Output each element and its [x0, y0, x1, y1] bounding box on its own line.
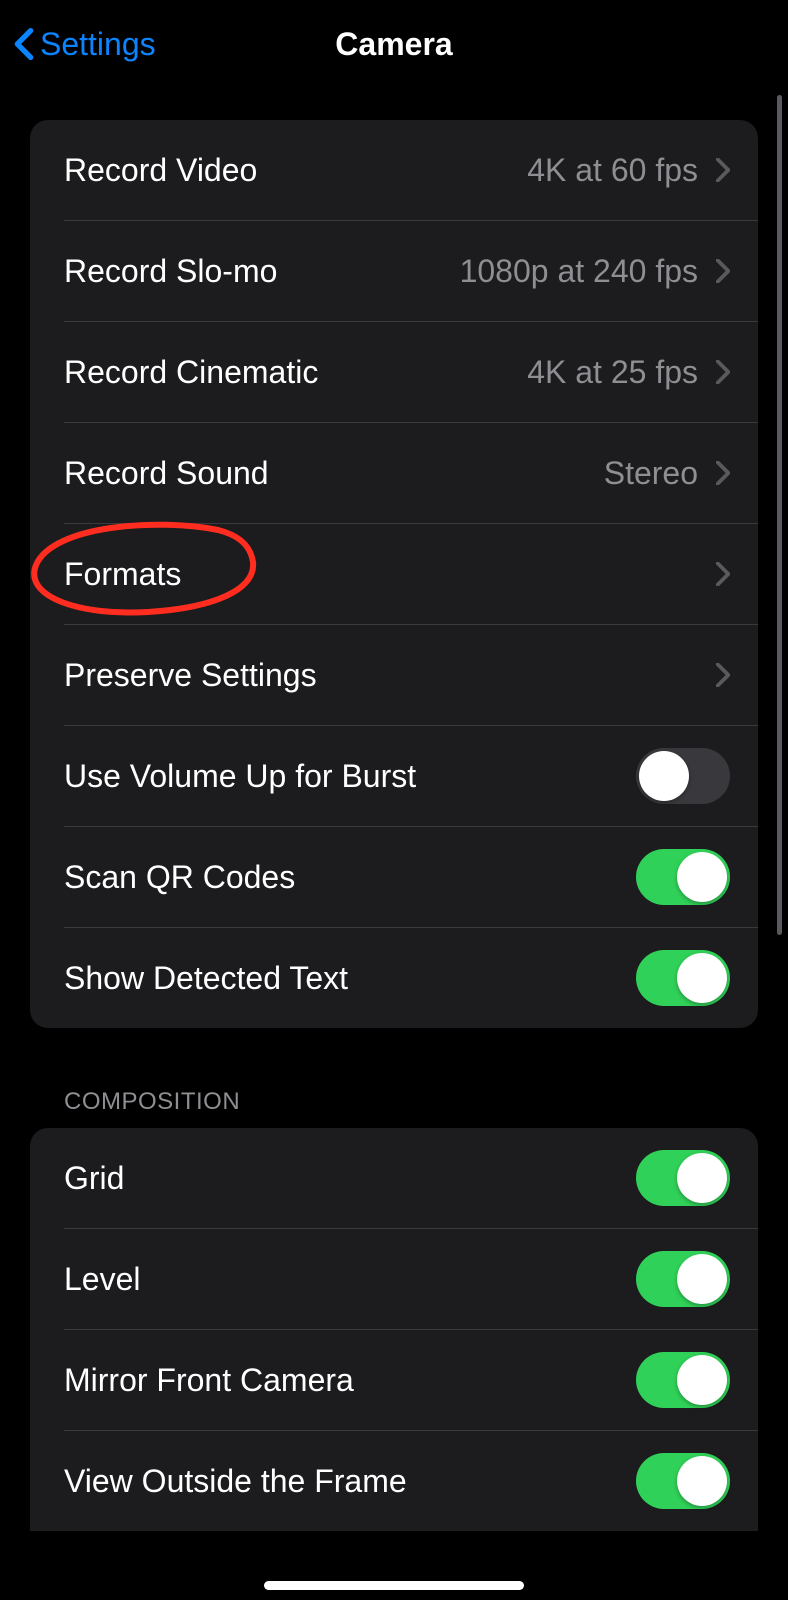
back-label: Settings: [40, 26, 156, 63]
scroll-indicator[interactable]: [777, 95, 782, 935]
toggle-level[interactable]: [636, 1251, 730, 1307]
row-label: Formats: [64, 556, 716, 593]
row-value: 1080p at 240 fps: [460, 253, 698, 290]
row-record-sound[interactable]: Record Sound Stereo: [30, 423, 758, 523]
row-volume-burst: Use Volume Up for Burst: [30, 726, 758, 826]
row-value: 4K at 25 fps: [527, 354, 698, 391]
toggle-scan-qr[interactable]: [636, 849, 730, 905]
row-label: Scan QR Codes: [64, 859, 636, 896]
row-label: Grid: [64, 1160, 636, 1197]
settings-group-1: Record Video 4K at 60 fps Record Slo-mo …: [30, 120, 758, 1028]
row-show-detected-text: Show Detected Text: [30, 928, 758, 1028]
row-label: Level: [64, 1261, 636, 1298]
row-formats[interactable]: Formats: [30, 524, 758, 624]
row-mirror-front-camera: Mirror Front Camera: [30, 1330, 758, 1430]
content: Record Video 4K at 60 fps Record Slo-mo …: [0, 120, 788, 1531]
toggle-detected-text[interactable]: [636, 950, 730, 1006]
toggle-grid[interactable]: [636, 1150, 730, 1206]
row-preserve-settings[interactable]: Preserve Settings: [30, 625, 758, 725]
section-header-composition: COMPOSITION: [0, 1068, 788, 1128]
chevron-right-icon: [716, 158, 730, 182]
row-scan-qr: Scan QR Codes: [30, 827, 758, 927]
chevron-right-icon: [716, 360, 730, 384]
row-record-cinematic[interactable]: Record Cinematic 4K at 25 fps: [30, 322, 758, 422]
row-label: Record Sound: [64, 455, 604, 492]
row-record-video[interactable]: Record Video 4K at 60 fps: [30, 120, 758, 220]
toggle-mirror-front[interactable]: [636, 1352, 730, 1408]
chevron-left-icon: [14, 27, 34, 61]
row-label: Preserve Settings: [64, 657, 716, 694]
toggle-view-outside[interactable]: [636, 1453, 730, 1509]
settings-group-composition: Grid Level Mirror Front Camera View Outs…: [30, 1128, 758, 1531]
row-label: Record Video: [64, 152, 527, 189]
row-value: 4K at 60 fps: [527, 152, 698, 189]
chevron-right-icon: [716, 663, 730, 687]
row-label: Mirror Front Camera: [64, 1362, 636, 1399]
chevron-right-icon: [716, 562, 730, 586]
chevron-right-icon: [716, 259, 730, 283]
page-title: Camera: [335, 26, 452, 63]
row-record-slomo[interactable]: Record Slo-mo 1080p at 240 fps: [30, 221, 758, 321]
chevron-right-icon: [716, 461, 730, 485]
row-label: Record Slo-mo: [64, 253, 460, 290]
row-label: View Outside the Frame: [64, 1463, 636, 1500]
row-value: Stereo: [604, 455, 698, 492]
row-view-outside-frame: View Outside the Frame: [30, 1431, 758, 1531]
back-button[interactable]: Settings: [14, 26, 156, 63]
row-label: Record Cinematic: [64, 354, 527, 391]
row-level: Level: [30, 1229, 758, 1329]
row-label: Use Volume Up for Burst: [64, 758, 636, 795]
home-indicator[interactable]: [264, 1581, 524, 1590]
row-grid: Grid: [30, 1128, 758, 1228]
row-label: Show Detected Text: [64, 960, 636, 997]
nav-bar: Settings Camera: [0, 0, 788, 88]
toggle-volume-burst[interactable]: [636, 748, 730, 804]
